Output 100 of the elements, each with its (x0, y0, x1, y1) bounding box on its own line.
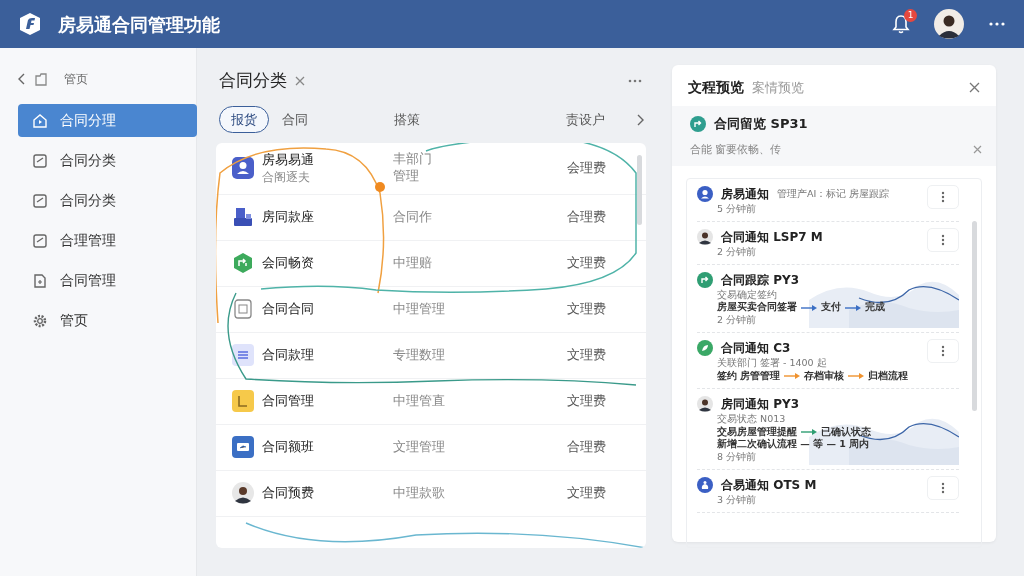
table-cell: 文理管理 (393, 438, 445, 456)
feed-title: 合同通知 LSP7 M (721, 228, 823, 246)
app-title: 房易通合同管理功能 (58, 12, 220, 37)
logo-icon (18, 12, 42, 36)
kebab-icon (941, 191, 945, 203)
note-icon (32, 232, 48, 249)
leaf-icon (697, 340, 713, 357)
table-cell: 中理管理 (393, 300, 445, 318)
document-icon (232, 298, 254, 320)
more-icon[interactable] (628, 78, 642, 83)
table-cell: 专理数理 (393, 346, 445, 364)
sidebar-item[interactable]: 合理管理 (18, 224, 197, 257)
contract-name: 房同款座 (262, 208, 315, 227)
contract-name: 合同预费 (262, 484, 315, 503)
person-avatar (232, 482, 254, 504)
feed-title: 房同通知 PY3 (721, 395, 799, 413)
table-cell: 文理费 (567, 393, 606, 409)
feed-time: 2 分钟前 (717, 245, 758, 259)
flow-step: 支付 (821, 301, 841, 315)
arrow-icon (845, 304, 861, 311)
filter-tab[interactable]: 搭策 (394, 106, 566, 133)
scrollbar[interactable] (637, 154, 642, 225)
sidebar-item[interactable]: 合同分理 (18, 104, 197, 137)
chart-icon (232, 390, 254, 412)
feed-text: 交易确定签约 (717, 288, 778, 301)
note-icon (32, 152, 48, 169)
pinned-title: 合同留览 SP31 (714, 115, 808, 133)
contract-subtitle: 合阁逐夫 (262, 169, 311, 187)
feed-meta: 管理产AI：标记 房屋跟踪 (777, 187, 890, 201)
user-icon (232, 157, 254, 179)
building-icon (232, 206, 254, 228)
feed-time: 8 分钟前 (717, 451, 758, 464)
table-cell: 合理费 (567, 439, 606, 455)
table-cell: 中理款歌 (393, 484, 445, 502)
feed-text: 关联部门 签署 - 1400 起 (717, 357, 828, 370)
contract-name: 房易易通 (262, 150, 315, 169)
arrow-icon (848, 373, 865, 380)
feed-time: 5 分钟前 (717, 203, 758, 216)
close-icon[interactable] (973, 145, 982, 155)
bag-icon (697, 476, 713, 493)
more-icon[interactable] (988, 21, 1006, 27)
feed-text: 新增二次确认流程 — 等 — 1 周内 (717, 438, 871, 452)
chevron-right-icon[interactable] (636, 113, 644, 126)
flow-step: 归档流程 (868, 369, 909, 383)
table-cell: 丰部门 (393, 151, 432, 168)
user-avatar[interactable] (934, 9, 964, 39)
contract-name: 合同款理 (262, 346, 315, 365)
notification-bell-icon[interactable] (892, 14, 910, 34)
filter-tab[interactable]: 报货 (219, 105, 269, 134)
feed-time: 2 分钟前 (717, 314, 758, 328)
document-icon (32, 272, 48, 289)
table-cell: 中理管直 (393, 392, 445, 410)
preview-title: 文程预览 (688, 78, 744, 97)
flow-step: 交易房屋管理提醒 (717, 425, 797, 439)
table-cell: 文理费 (567, 347, 606, 363)
feed-text: 交易状态 N013 (717, 412, 787, 426)
panel-title: 合同分类 (219, 69, 287, 92)
contract-name: 合同额班 (262, 438, 315, 457)
sidebar-item[interactable]: 合同分类 (18, 184, 197, 217)
table-cell: 合理费 (567, 209, 606, 225)
flow-step: 房屋买卖合同签署 (717, 301, 797, 315)
sidebar-item[interactable]: 合同管理 (18, 264, 197, 297)
feed-title: 合易通知 OTS M (721, 476, 817, 494)
scrollbar[interactable] (972, 221, 977, 411)
flow-step: 签约 房管管理 (717, 369, 781, 383)
person-avatar (697, 228, 713, 245)
feed-title: 合同通知 C3 (721, 340, 791, 357)
list-icon (232, 344, 254, 366)
contract-name: 会同畅资 (262, 254, 315, 273)
table-cell: 合同作 (393, 208, 432, 226)
kebab-icon (941, 345, 945, 358)
kebab-icon (941, 481, 945, 494)
back-label: 管页 (64, 71, 88, 88)
arrow-icon (801, 428, 817, 435)
notification-count: 1 (904, 9, 917, 22)
close-icon[interactable] (295, 75, 305, 86)
sidebar-item[interactable]: 管页 (18, 304, 197, 337)
filter-tab[interactable]: 合同 (282, 106, 394, 133)
contract-name: 合同合同 (262, 300, 315, 319)
table-cell: 文理费 (567, 301, 606, 317)
note-icon (32, 192, 48, 209)
pinned-text: 合能 窗要依畅、传 (690, 141, 782, 158)
kebab-icon (941, 233, 945, 246)
feed-time: 3 分钟前 (717, 493, 758, 507)
card-icon (232, 436, 254, 458)
filter-tab[interactable]: 责设户 (566, 106, 636, 133)
sidebar-item[interactable]: 合同分类 (18, 144, 197, 177)
feed-title: 合同跟踪 PY3 (721, 271, 799, 289)
contract-name: 合同管理 (262, 392, 315, 411)
table-cell: 文理费 (567, 485, 606, 501)
settings-icon (32, 312, 48, 329)
arrow-icon (801, 304, 817, 311)
feed-title: 房易通知 (721, 186, 769, 203)
table-cell: 中理赔 (393, 254, 432, 272)
back-icon[interactable] (18, 73, 26, 85)
table-cell: 管理 (393, 168, 419, 185)
close-icon[interactable] (969, 82, 980, 93)
table-cell: 文理费 (567, 255, 606, 271)
arrow-icon (232, 252, 254, 274)
flow-step: 完成 (865, 301, 885, 315)
